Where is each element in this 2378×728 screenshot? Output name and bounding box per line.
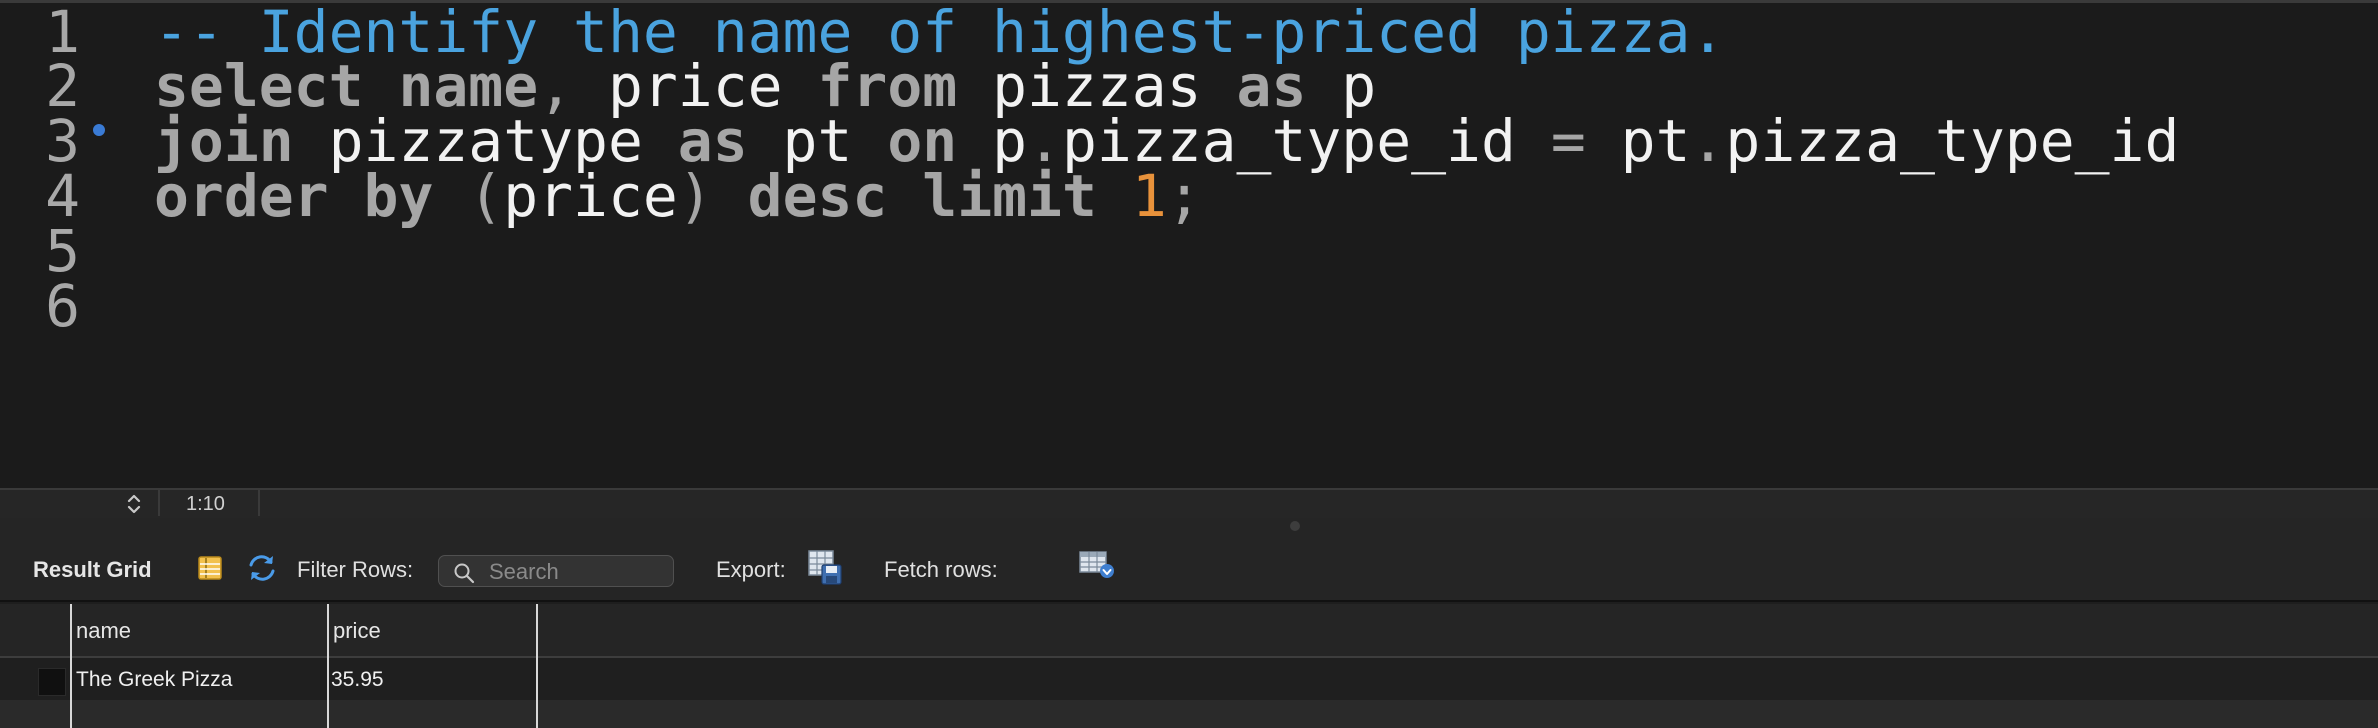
search-icon	[453, 562, 475, 584]
form-editor-icon[interactable]	[197, 555, 223, 581]
fetch-rows-label: Fetch rows:	[884, 557, 998, 582]
code-token-punc: )	[677, 162, 713, 230]
search-input[interactable]	[489, 559, 667, 585]
code-token-kw: limit	[922, 162, 1097, 230]
status-divider	[258, 490, 260, 516]
code-token-punc: (	[468, 162, 504, 230]
column-divider[interactable]	[327, 604, 329, 728]
code-token-kw: by	[363, 162, 434, 230]
statement-marker-icon	[93, 124, 105, 136]
code-token-id: pizza_type_id	[1725, 107, 2180, 175]
fetch-rows-icon[interactable]	[1077, 549, 1115, 581]
code-line[interactable]: order by (price) desc limit 1;	[154, 154, 1202, 238]
column-header-name[interactable]: name	[76, 604, 131, 658]
refresh-icon[interactable]	[246, 553, 278, 583]
status-divider	[158, 490, 160, 516]
code-token-id	[713, 162, 748, 230]
column-divider[interactable]	[536, 604, 538, 728]
cursor-position: 1:10	[186, 493, 225, 515]
code-token-kw: order	[154, 162, 329, 230]
code-token-id	[433, 162, 468, 230]
row-selector[interactable]	[38, 668, 66, 696]
code-token-punc: .	[1690, 107, 1726, 175]
export-label: Export:	[716, 557, 786, 582]
column-header-price[interactable]: price	[333, 604, 381, 658]
column-divider[interactable]	[70, 604, 72, 728]
filter-search-box[interactable]	[438, 555, 674, 587]
sql-editor[interactable]: 1 2 3 4 5 6 -- Identify the name of high…	[0, 0, 2378, 488]
code-token-id	[1097, 162, 1132, 230]
cell-price[interactable]: 35.95	[331, 660, 384, 700]
line-number: 6	[45, 272, 80, 340]
code-token-punc: ;	[1166, 162, 1202, 230]
table-row-empty[interactable]	[0, 700, 2378, 728]
chevron-updown-icon[interactable]	[124, 490, 144, 518]
code-token-punc: =	[1550, 107, 1586, 175]
code-token-id: pt	[1585, 107, 1691, 175]
splitter-handle[interactable]	[1290, 521, 1300, 531]
editor-status-bar	[0, 488, 2378, 518]
code-token-num: 1	[1131, 162, 1167, 230]
cell-name[interactable]: The Greek Pizza	[76, 660, 232, 700]
export-icon[interactable]	[806, 549, 844, 587]
code-token-id	[887, 162, 922, 230]
code-token-id	[329, 162, 364, 230]
result-grid-title: Result Grid	[33, 557, 152, 582]
filter-rows-label: Filter Rows:	[297, 557, 414, 582]
code-token-kw: desc	[747, 162, 888, 230]
code-token-id: price	[503, 162, 678, 230]
